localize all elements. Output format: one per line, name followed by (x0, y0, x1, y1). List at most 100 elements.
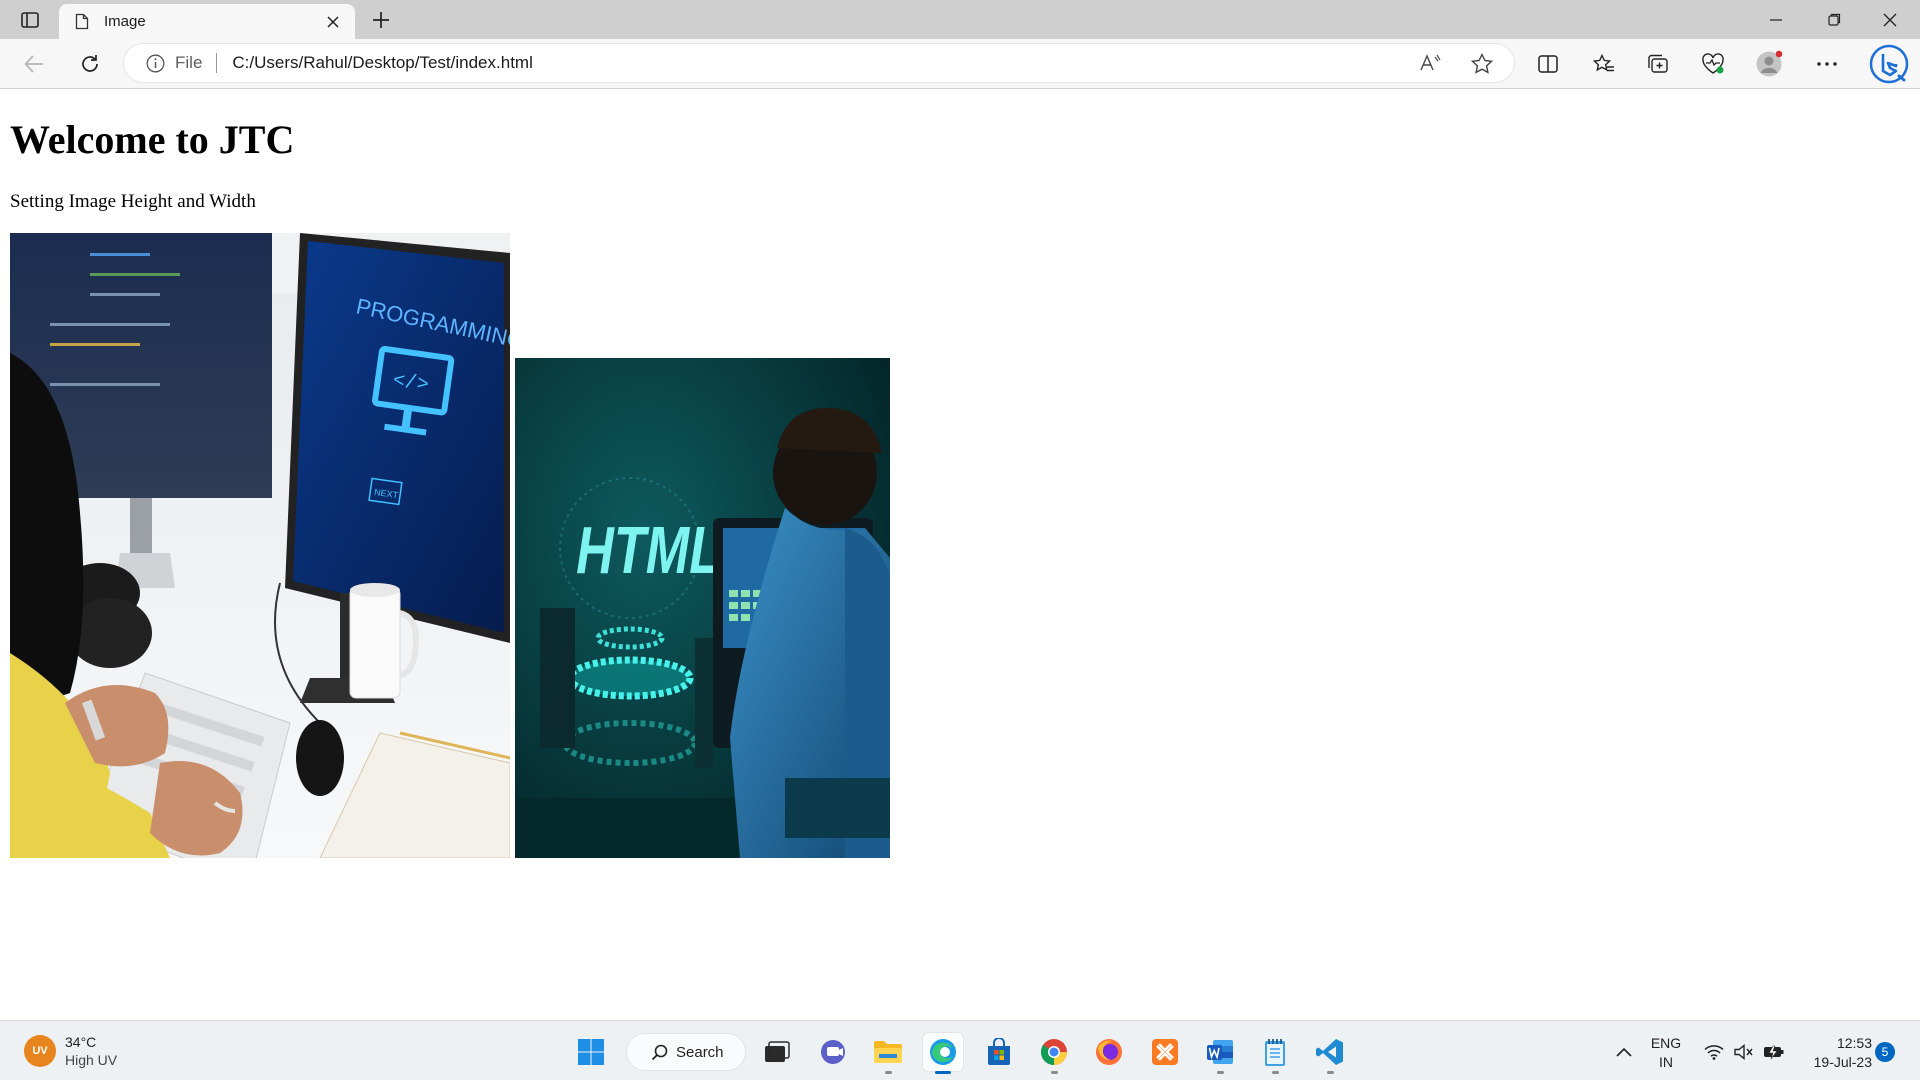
clock[interactable]: 12:53 19-Jul-23 (1796, 1034, 1872, 1072)
more-dots-icon (1817, 62, 1837, 66)
tab-actions-button[interactable] (14, 7, 46, 33)
address-scheme: File (175, 53, 203, 72)
running-indicator (935, 1071, 951, 1074)
running-indicator (1272, 1071, 1279, 1074)
teams-chat-button[interactable] (813, 1033, 853, 1071)
edge-icon (930, 1039, 956, 1065)
close-icon (327, 15, 339, 28)
running-indicator (1327, 1071, 1334, 1074)
plus-icon (373, 12, 389, 28)
page-paragraph: Setting Image Height and Width (10, 191, 256, 212)
bing-icon (1869, 44, 1909, 84)
folder-icon (874, 1041, 902, 1063)
minimize-button[interactable] (1748, 0, 1804, 39)
vscode-button[interactable] (1310, 1033, 1350, 1074)
page-viewport: Welcome to JTC Setting Image Height and … (0, 90, 1920, 1020)
profile-button[interactable] (1752, 47, 1786, 81)
language-code: ENG (1650, 1035, 1682, 1051)
word-icon (1207, 1040, 1233, 1064)
restore-button[interactable] (1806, 0, 1862, 39)
html-overlay-text: HTML (576, 513, 721, 588)
browser-essentials-button[interactable] (1696, 47, 1730, 81)
tab-title: Image (104, 13, 146, 30)
vscode-icon (1316, 1039, 1343, 1065)
store-icon (988, 1038, 1010, 1065)
close-window-button[interactable] (1862, 0, 1918, 39)
start-button[interactable] (571, 1033, 611, 1071)
avatar-icon (1756, 50, 1783, 77)
microsoft-store-button[interactable] (979, 1033, 1019, 1071)
notification-badge[interactable]: 5 (1875, 1042, 1895, 1062)
chrome-icon (1040, 1039, 1067, 1066)
word-button[interactable] (1200, 1033, 1240, 1074)
split-screen-icon (1538, 55, 1558, 73)
language-region: IN (1659, 1054, 1673, 1070)
search-icon (651, 1044, 668, 1060)
back-button[interactable] (17, 47, 51, 81)
split-screen-button[interactable] (1531, 47, 1565, 81)
page-heading: Welcome to JTC (10, 117, 295, 162)
new-tab-button[interactable] (368, 8, 394, 32)
tab-actions-icon (21, 12, 39, 28)
volume-muted-icon (1734, 1044, 1753, 1060)
edge-button[interactable] (923, 1033, 963, 1074)
address-url[interactable]: C:/Users/Rahul/Desktop/Test/index.html (232, 53, 532, 73)
refresh-icon (82, 55, 98, 72)
task-view-icon (765, 1041, 790, 1062)
file-explorer-button[interactable] (868, 1033, 908, 1074)
volume-button[interactable] (1730, 1033, 1758, 1071)
windows-taskbar: UV 34°C High UV Search ENG IN 12:53 19-J… (0, 1020, 1920, 1080)
chevron-up-icon (1616, 1047, 1632, 1057)
taskbar-search[interactable]: Search (626, 1033, 746, 1071)
windows-logo-icon (578, 1039, 604, 1065)
firefox-button[interactable] (1089, 1033, 1129, 1071)
address-separator (216, 53, 218, 73)
uv-badge-icon: UV (24, 1035, 56, 1067)
html-image: HTML (515, 358, 890, 858)
document-icon (75, 13, 89, 30)
xampp-icon (1152, 1039, 1178, 1065)
info-icon (146, 54, 165, 72)
favorites-button[interactable] (1587, 47, 1621, 81)
heart-pulse-icon (1702, 53, 1724, 74)
programming-image: PROGRAMMING </> NEXT (10, 233, 510, 858)
chat-icon (821, 1040, 845, 1064)
read-aloud-icon (1420, 54, 1441, 71)
browser-toolbar: File C:/Users/Rahul/Desktop/Test/index.h… (0, 39, 1920, 89)
firefox-icon (1096, 1039, 1122, 1065)
wifi-icon (1704, 1045, 1724, 1060)
bing-chat-button[interactable] (1868, 43, 1910, 85)
search-label: Search (676, 1043, 724, 1061)
clock-time: 12:53 (1836, 1035, 1872, 1051)
running-indicator (1217, 1071, 1224, 1074)
tab-active[interactable]: Image (59, 4, 355, 39)
battery-charging-icon (1764, 1045, 1784, 1060)
weather-widget[interactable]: UV 34°C High UV (24, 1033, 117, 1069)
collections-button[interactable] (1641, 47, 1675, 81)
notepad-button[interactable] (1255, 1033, 1295, 1074)
arrow-left-icon (24, 55, 43, 73)
task-view-button[interactable] (757, 1033, 797, 1071)
notepad-icon (1265, 1039, 1285, 1066)
tab-close-button[interactable] (323, 12, 343, 32)
address-bar[interactable]: File C:/Users/Rahul/Desktop/Test/index.h… (124, 44, 1514, 82)
read-aloud-button[interactable] (1415, 47, 1447, 79)
show-hidden-icons-button[interactable] (1610, 1033, 1638, 1071)
running-indicator (885, 1071, 892, 1074)
xampp-button[interactable] (1145, 1033, 1185, 1071)
clock-date: 19-Jul-23 (1813, 1054, 1872, 1070)
settings-more-button[interactable] (1810, 47, 1844, 81)
weather-temperature: 34°C (65, 1034, 97, 1050)
minimize-icon (1770, 18, 1782, 21)
favorite-star-button[interactable] (1466, 47, 1498, 79)
collections-icon (1648, 54, 1668, 73)
chrome-button[interactable] (1034, 1033, 1074, 1074)
battery-button[interactable] (1760, 1033, 1788, 1071)
language-indicator[interactable]: ENG IN (1648, 1034, 1684, 1072)
refresh-button[interactable] (73, 47, 107, 81)
browser-tab-strip: Image (0, 0, 1920, 39)
close-window-icon (1883, 13, 1897, 26)
weather-condition: High UV (65, 1052, 118, 1068)
wifi-button[interactable] (1700, 1033, 1728, 1071)
running-indicator (1051, 1071, 1058, 1074)
